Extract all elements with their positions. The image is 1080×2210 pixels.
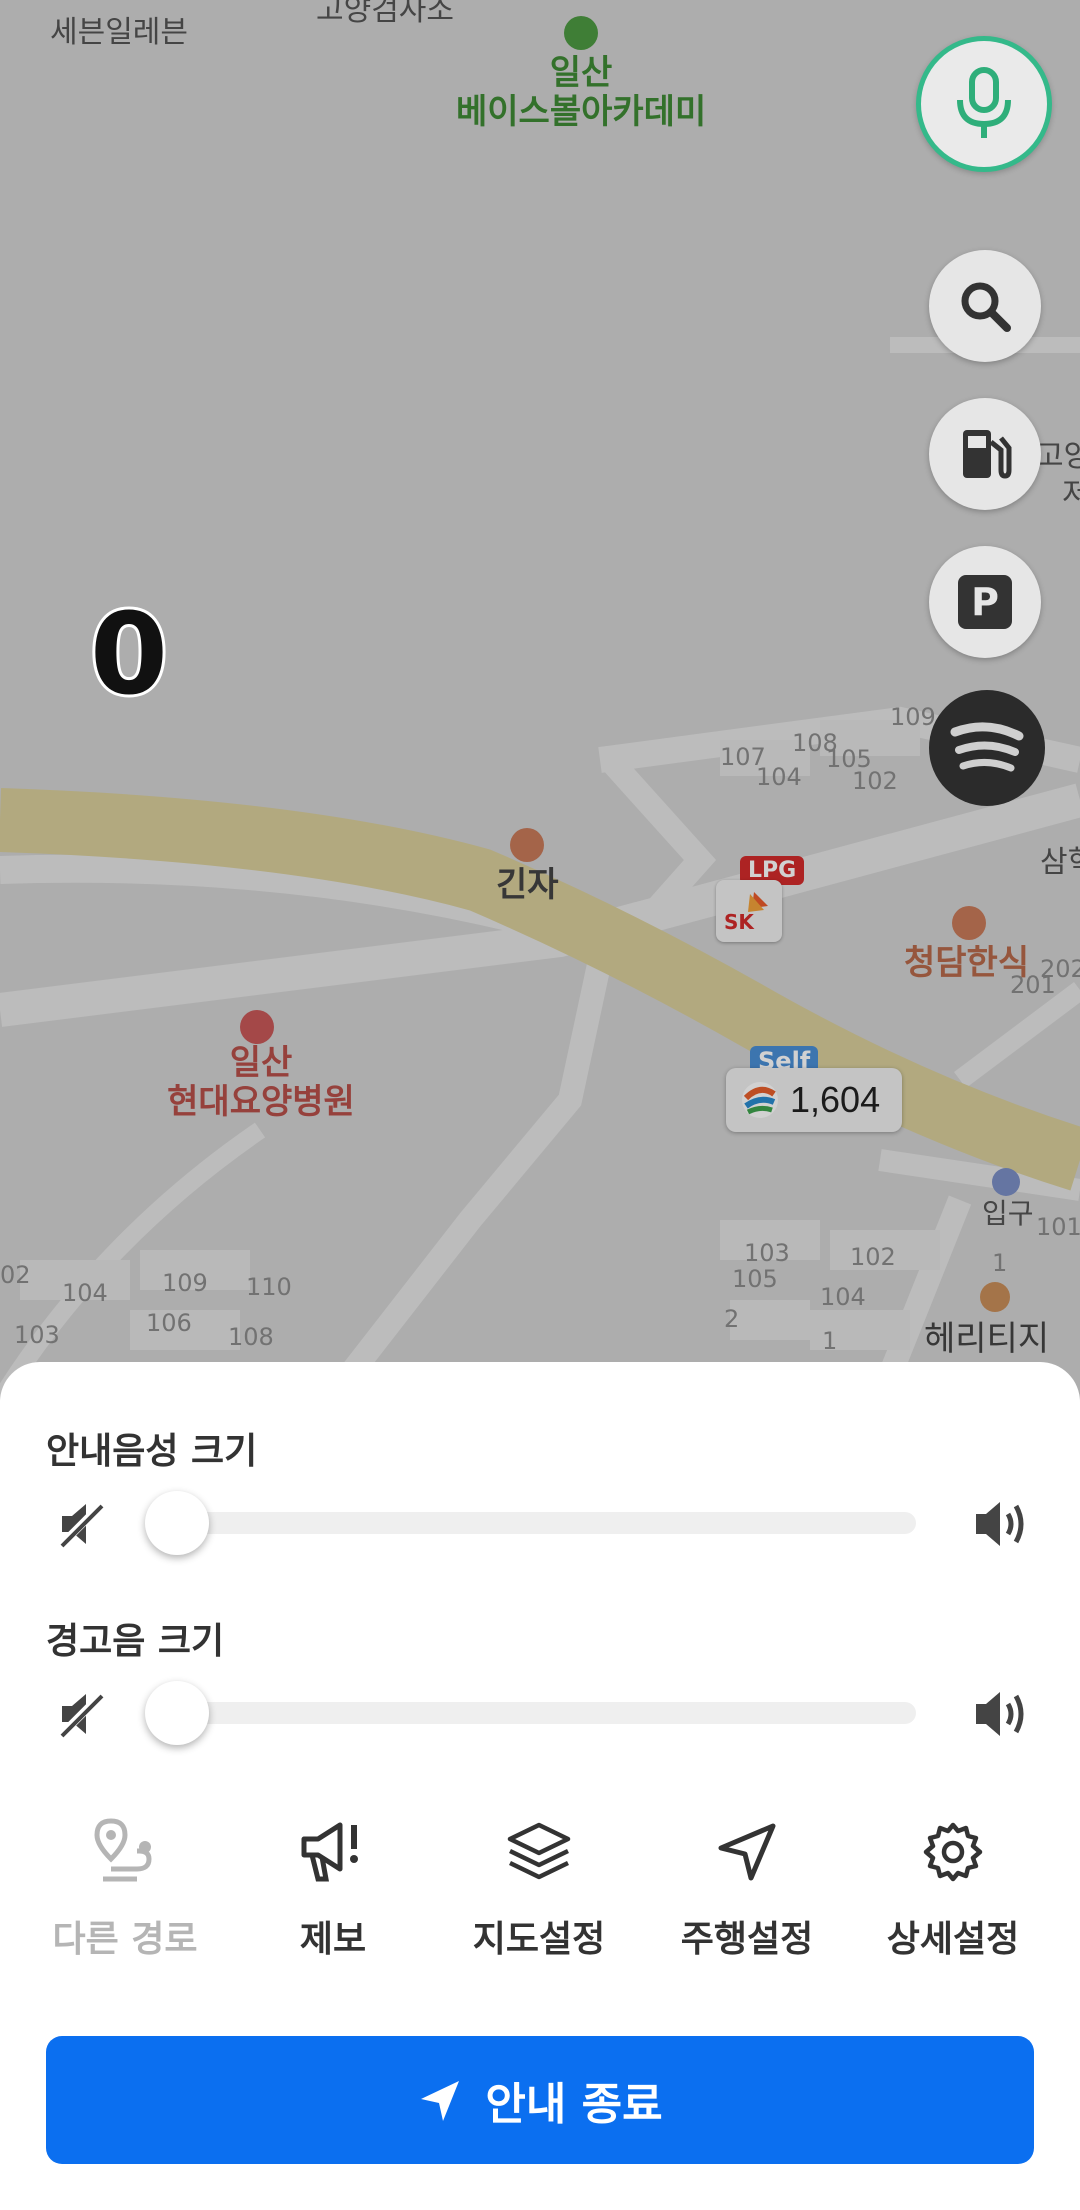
menu-label: 상세설정 xyxy=(886,1919,1020,1960)
mute-icon[interactable] xyxy=(56,1688,108,1740)
parking-icon: P xyxy=(958,575,1012,629)
voice-volume-label: 안내음성 크기 xyxy=(46,1431,258,1472)
parking-button[interactable]: P xyxy=(929,546,1041,658)
gas-station-button[interactable] xyxy=(929,398,1041,510)
alert-volume-slider[interactable] xyxy=(176,1702,916,1724)
menu-label: 제보 xyxy=(299,1919,367,1960)
alert-volume-label: 경고음 크기 xyxy=(46,1621,225,1662)
gear-icon xyxy=(923,1822,983,1882)
volume-up-icon[interactable] xyxy=(972,1496,1030,1552)
search-button[interactable] xyxy=(929,250,1041,362)
mute-icon[interactable] xyxy=(56,1498,108,1550)
search-icon xyxy=(961,282,1011,332)
menu-alternate-route[interactable]: 다른 경로 xyxy=(22,1812,228,1962)
menu-label: 지도설정 xyxy=(472,1919,606,1960)
voice-volume-slider-thumb[interactable] xyxy=(145,1491,209,1555)
mic-icon xyxy=(957,67,1011,138)
navigation-arrow-icon xyxy=(718,1823,776,1881)
menu-driving-settings[interactable]: 주행설정 xyxy=(644,1812,850,1962)
parking-letter: P xyxy=(971,580,999,624)
music-player-button[interactable] xyxy=(929,690,1045,806)
volume-up-icon[interactable] xyxy=(972,1686,1030,1742)
menu-map-settings[interactable]: 지도설정 xyxy=(436,1812,642,1962)
alert-volume-slider-thumb[interactable] xyxy=(145,1681,209,1745)
gas-station-icon xyxy=(963,430,1012,479)
navigation-arrow-icon xyxy=(421,2081,460,2121)
menu-report[interactable]: 제보 xyxy=(230,1812,436,1962)
route-icon xyxy=(94,1818,152,1882)
megaphone-icon xyxy=(301,1822,358,1882)
voice-volume-slider[interactable] xyxy=(176,1512,916,1534)
menu-label: 주행설정 xyxy=(680,1919,814,1960)
voice-assistant-button[interactable] xyxy=(916,36,1052,172)
menu-detailed-settings[interactable]: 상세설정 xyxy=(850,1812,1056,1962)
layers-icon xyxy=(507,1822,571,1880)
map-view[interactable]: 세븐일레븐 고양검사소 일산 베이스볼아카데미 긴자 청담한식 일산 현대요양병… xyxy=(0,0,1080,1400)
menu-label: 다른 경로 xyxy=(52,1919,198,1960)
end-guidance-button[interactable]: 안내 종료 xyxy=(46,2036,1034,2164)
current-speed: 0 xyxy=(87,587,171,723)
end-guidance-label: 안내 종료 xyxy=(485,2079,663,2130)
spotify-icon xyxy=(950,722,1024,772)
